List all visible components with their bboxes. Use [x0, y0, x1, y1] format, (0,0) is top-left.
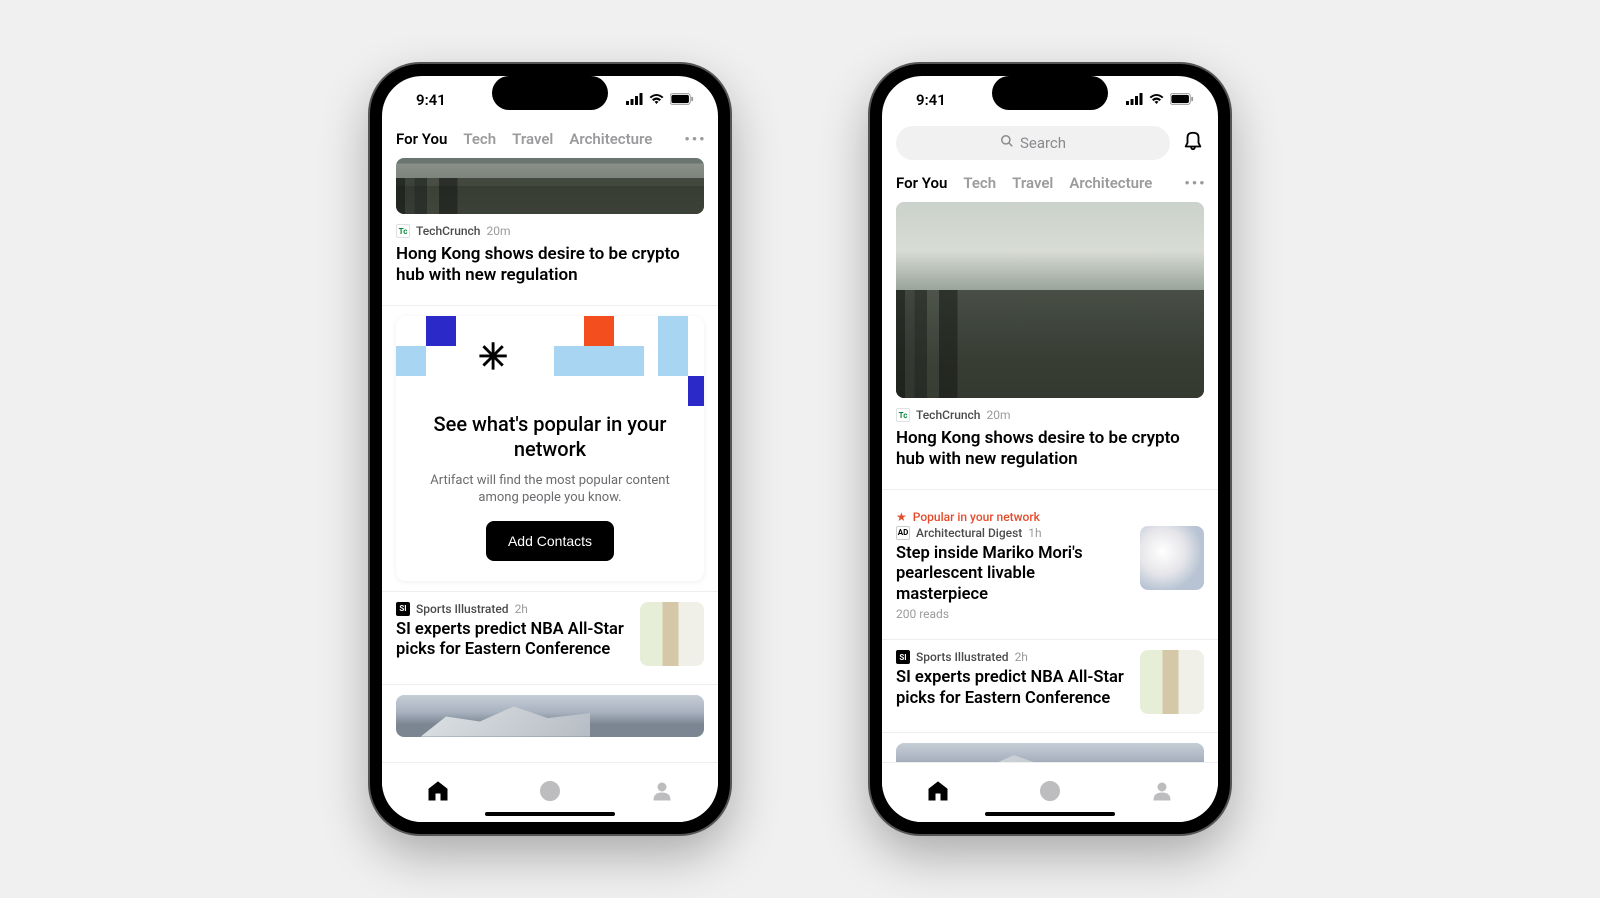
tab-travel[interactable]: Travel	[512, 130, 553, 148]
article-row-ad[interactable]: AD Architectural Digest 1h Step inside M…	[882, 526, 1218, 630]
tab-architecture[interactable]: Architecture	[1069, 174, 1152, 192]
article-source-row: AD Architectural Digest 1h	[896, 526, 1128, 540]
article-time: 20m	[486, 224, 510, 238]
source-name: Sports Illustrated	[416, 602, 509, 616]
search-placeholder: Search	[1020, 134, 1066, 152]
article-headline-main[interactable]: Hong Kong shows desire to be crypto hub …	[882, 426, 1218, 479]
divider	[382, 684, 718, 685]
article-image-peek[interactable]	[896, 743, 1204, 762]
home-indicator[interactable]	[485, 812, 615, 817]
promo-title: See what's popular in your network	[396, 406, 704, 462]
status-icons	[1126, 91, 1194, 109]
article-thumbnail-ad	[1140, 526, 1204, 590]
tab-home-icon[interactable]	[926, 779, 950, 807]
tab-profile-icon[interactable]	[650, 779, 674, 807]
source-logo-techcrunch: Tc	[896, 408, 910, 422]
tab-travel[interactable]: Travel	[1012, 174, 1053, 192]
star-icon: ★	[896, 510, 907, 524]
article-source-row: Tc TechCrunch 20m	[882, 398, 1218, 426]
notch	[492, 76, 608, 110]
article-image-peek[interactable]	[396, 695, 704, 737]
divider	[882, 639, 1218, 640]
source-name: Sports Illustrated	[916, 650, 1009, 664]
screen-right: 9:41 Search For You Tech Travel Architec…	[882, 76, 1218, 822]
status-icons	[626, 91, 694, 109]
notch	[992, 76, 1108, 110]
tabs-overflow-icon[interactable]: •••	[684, 130, 706, 148]
tab-profile-icon[interactable]	[1150, 779, 1174, 807]
article-image-main[interactable]	[896, 202, 1204, 398]
source-name: Architectural Digest	[916, 526, 1022, 540]
status-time: 9:41	[416, 91, 446, 109]
tabs-overflow-icon[interactable]: •••	[1184, 174, 1206, 192]
source-logo-si: SI	[396, 602, 410, 616]
source-name: TechCrunch	[916, 408, 980, 422]
artifact-logo-icon: ✳	[478, 336, 508, 378]
divider	[882, 732, 1218, 733]
promo-card: ✳ See what's popular in your network Art…	[396, 316, 704, 581]
add-contacts-button[interactable]: Add Contacts	[486, 521, 614, 561]
tab-globe-icon[interactable]	[1038, 779, 1062, 807]
article-reads: 200 reads	[896, 605, 1128, 621]
category-tabs: For You Tech Travel Architecture Restaur…	[882, 168, 1218, 202]
promo-body: Artifact will find the most popular cont…	[396, 462, 704, 521]
phone-right: 9:41 Search For You Tech Travel Architec…	[870, 64, 1230, 834]
search-icon	[1000, 134, 1014, 152]
tab-home-icon[interactable]	[426, 779, 450, 807]
search-input[interactable]: Search	[896, 126, 1170, 160]
article-time: 2h	[515, 602, 528, 616]
article-headline-ad: Step inside Mariko Mori's pearlescent li…	[896, 544, 1128, 606]
divider	[882, 489, 1218, 490]
article-headline-main[interactable]: Hong Kong shows desire to be crypto hub …	[382, 242, 718, 295]
home-indicator[interactable]	[985, 812, 1115, 817]
tab-tech[interactable]: Tech	[963, 174, 996, 192]
battery-icon	[670, 91, 694, 109]
battery-icon	[1170, 91, 1194, 109]
article-row-si[interactable]: SI Sports Illustrated 2h SI experts pred…	[882, 650, 1218, 722]
category-tabs: For You Tech Travel Architecture Restaur…	[382, 124, 718, 158]
article-source-row: SI Sports Illustrated 2h	[896, 650, 1128, 664]
article-source-row: SI Sports Illustrated 2h	[396, 602, 628, 616]
phone-left: 9:41 For You Tech Travel Architecture Re…	[370, 64, 730, 834]
wifi-icon	[648, 91, 665, 109]
search-row: Search	[882, 124, 1218, 168]
feed-content[interactable]: Tc TechCrunch 20m Hong Kong shows desire…	[382, 158, 718, 762]
tab-for-you[interactable]: For You	[896, 174, 947, 192]
article-headline-si: SI experts predict NBA All-Star picks fo…	[396, 620, 628, 661]
article-time: 20m	[986, 408, 1010, 422]
source-name: TechCrunch	[416, 224, 480, 238]
article-image-main[interactable]	[396, 158, 704, 214]
tab-architecture[interactable]: Architecture	[569, 130, 652, 148]
cellular-signal-icon	[1126, 91, 1143, 109]
tab-for-you[interactable]: For You	[396, 130, 447, 148]
promo-graphic: ✳	[396, 316, 704, 406]
source-logo-ad: AD	[896, 526, 910, 540]
feed-content[interactable]: Tc TechCrunch 20m Hong Kong shows desire…	[882, 202, 1218, 762]
article-thumbnail-si	[640, 602, 704, 666]
tab-globe-icon[interactable]	[538, 779, 562, 807]
divider	[382, 591, 718, 592]
wifi-icon	[1148, 91, 1165, 109]
cellular-signal-icon	[626, 91, 643, 109]
article-row-si[interactable]: SI Sports Illustrated 2h SI experts pred…	[382, 602, 718, 674]
article-headline-si: SI experts predict NBA All-Star picks fo…	[896, 668, 1128, 709]
source-logo-si: SI	[896, 650, 910, 664]
article-thumbnail-si	[1140, 650, 1204, 714]
article-time: 1h	[1028, 526, 1041, 540]
divider	[382, 305, 718, 306]
article-time: 2h	[1015, 650, 1028, 664]
status-time: 9:41	[916, 91, 946, 109]
article-source-row: Tc TechCrunch 20m	[382, 214, 718, 242]
source-logo-techcrunch: Tc	[396, 224, 410, 238]
notifications-icon[interactable]	[1182, 130, 1204, 156]
screen-left: 9:41 For You Tech Travel Architecture Re…	[382, 76, 718, 822]
popular-in-network-label: ★ Popular in your network	[882, 500, 1218, 526]
tab-tech[interactable]: Tech	[463, 130, 496, 148]
